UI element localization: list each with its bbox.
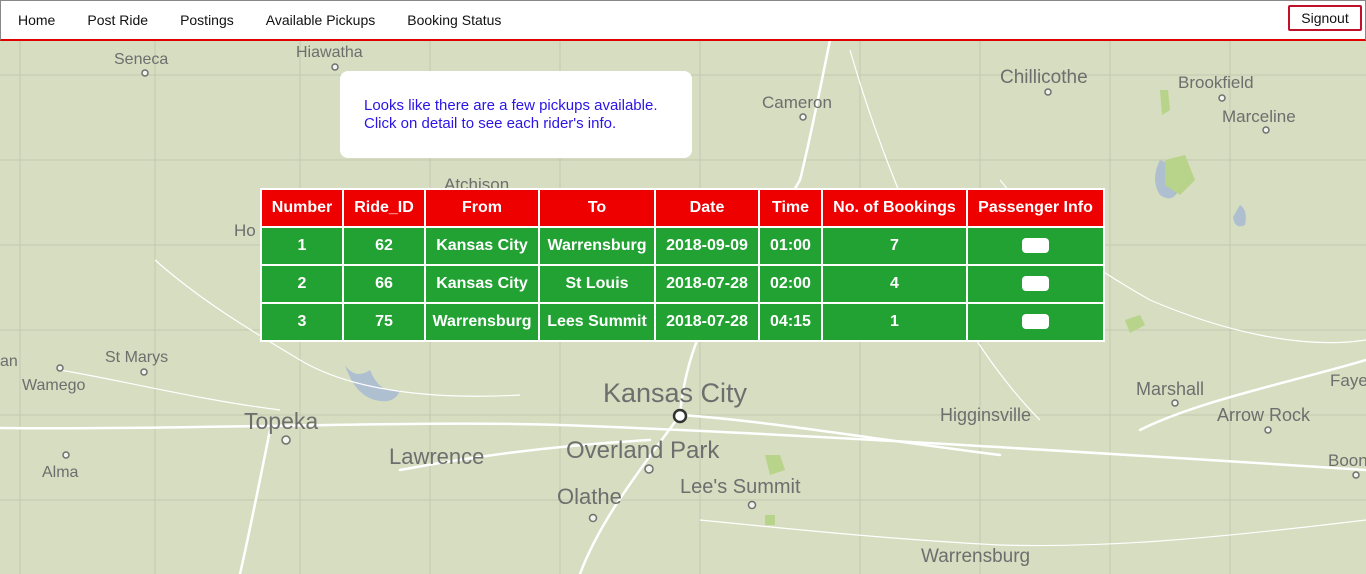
svg-text:Lawrence: Lawrence <box>389 444 484 469</box>
svg-text:Seneca: Seneca <box>114 51 168 68</box>
header-ride-id: Ride_ID <box>342 188 426 228</box>
svg-text:Marshall: Marshall <box>1136 379 1204 399</box>
signout-button[interactable]: Signout <box>1288 5 1362 31</box>
cell-to: Lees Summit <box>538 302 656 342</box>
nav-postings[interactable]: Postings <box>180 12 234 28</box>
svg-text:Ho: Ho <box>234 221 256 240</box>
header-to: To <box>538 188 656 228</box>
cell-ride-id: 75 <box>342 302 426 342</box>
svg-text:Higginsville: Higginsville <box>940 405 1031 425</box>
cell-ride-id: 62 <box>342 226 426 266</box>
svg-text:Hiawatha: Hiawatha <box>296 44 363 61</box>
cell-bookings: 7 <box>821 226 968 266</box>
nav-home[interactable]: Home <box>18 12 55 28</box>
cell-to: St Louis <box>538 264 656 304</box>
nav-available-pickups[interactable]: Available Pickups <box>266 12 375 28</box>
cell-passenger-info <box>966 302 1105 342</box>
svg-text:Olathe: Olathe <box>557 484 622 509</box>
message-line-1: Looks like there are a few pickups avail… <box>364 97 658 114</box>
cell-from: Kansas City <box>424 264 540 304</box>
pickups-table: Number Ride_ID From To Date Time No. of … <box>260 188 1105 342</box>
table-row: 1 62 Kansas City Warrensburg 2018-09-09 … <box>260 226 1105 266</box>
svg-text:Wamego: Wamego <box>22 377 86 394</box>
cell-time: 01:00 <box>758 226 823 266</box>
svg-text:an: an <box>0 353 18 370</box>
cell-date: 2018-07-28 <box>654 302 760 342</box>
cell-passenger-info <box>966 264 1105 304</box>
svg-text:Faye: Faye <box>1330 371 1366 390</box>
header-passenger-info: Passenger Info <box>966 188 1105 228</box>
message-line-2: Click on detail to see each rider's info… <box>364 115 617 132</box>
svg-text:Arrow Rock: Arrow Rock <box>1217 405 1311 425</box>
cell-bookings: 1 <box>821 302 968 342</box>
header-from: From <box>424 188 540 228</box>
cell-number: 2 <box>260 264 344 304</box>
detail-button[interactable] <box>1022 276 1049 292</box>
detail-button[interactable] <box>1022 314 1049 330</box>
svg-text:Chillicothe: Chillicothe <box>1000 67 1088 88</box>
top-navbar: Home Post Ride Postings Available Pickup… <box>0 0 1366 41</box>
header-number: Number <box>260 188 344 228</box>
svg-text:Overland Park: Overland Park <box>566 437 720 464</box>
header-time: Time <box>758 188 823 228</box>
table-header-row: Number Ride_ID From To Date Time No. of … <box>260 188 1105 228</box>
cell-to: Warrensburg <box>538 226 656 266</box>
nav-post-ride[interactable]: Post Ride <box>87 12 148 28</box>
header-bookings: No. of Bookings <box>821 188 968 228</box>
svg-text:Lee's Summit: Lee's Summit <box>680 476 801 498</box>
svg-text:Kansas City: Kansas City <box>603 378 748 408</box>
detail-button[interactable] <box>1022 238 1049 254</box>
cell-bookings: 4 <box>821 264 968 304</box>
table-row: 2 66 Kansas City St Louis 2018-07-28 02:… <box>260 264 1105 304</box>
header-date: Date <box>654 188 760 228</box>
cell-from: Warrensburg <box>424 302 540 342</box>
cell-time: 02:00 <box>758 264 823 304</box>
svg-text:Topeka: Topeka <box>244 408 318 434</box>
svg-text:Warrensburg: Warrensburg <box>921 546 1030 567</box>
cell-number: 1 <box>260 226 344 266</box>
svg-text:Alma: Alma <box>42 464 79 481</box>
svg-text:Boonvil: Boonvil <box>1328 451 1366 470</box>
cell-number: 3 <box>260 302 344 342</box>
table-row: 3 75 Warrensburg Lees Summit 2018-07-28 … <box>260 302 1105 342</box>
cell-date: 2018-07-28 <box>654 264 760 304</box>
svg-text:Cameron: Cameron <box>762 93 832 112</box>
svg-text:Marceline: Marceline <box>1222 107 1296 126</box>
cell-ride-id: 66 <box>342 264 426 304</box>
cell-from: Kansas City <box>424 226 540 266</box>
svg-text:St Marys: St Marys <box>105 349 168 366</box>
cell-passenger-info <box>966 226 1105 266</box>
svg-text:Brookfield: Brookfield <box>1178 73 1254 92</box>
nav-booking-status[interactable]: Booking Status <box>407 12 501 28</box>
cell-date: 2018-09-09 <box>654 226 760 266</box>
cell-time: 04:15 <box>758 302 823 342</box>
info-message-box: Looks like there are a few pickups avail… <box>340 71 692 158</box>
